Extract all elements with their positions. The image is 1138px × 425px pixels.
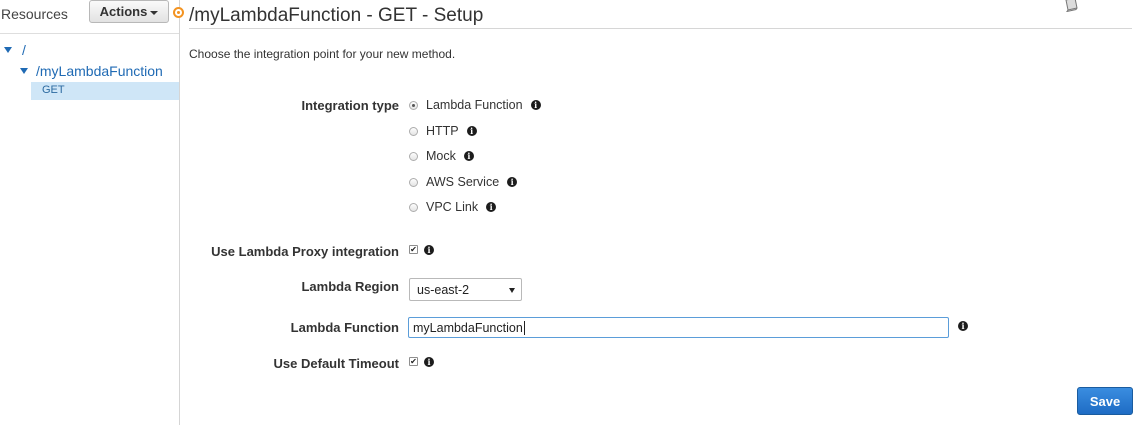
info-icon[interactable]: i [424,245,434,255]
intro-text: Choose the integration point for your ne… [189,47,456,61]
default-timeout-label: Use Default Timeout [273,356,399,371]
page-title: /myLambdaFunction - GET - Setup [189,5,484,26]
info-icon[interactable]: i [424,357,434,367]
tree-item-resource-label[interactable]: /myLambdaFunction [36,63,163,79]
lambda-region-select[interactable]: us-east-2 [409,278,522,301]
radio-lambda-function[interactable]: Lambda Function i [409,98,541,112]
actions-label: Actions [99,4,148,19]
info-icon[interactable]: i [530,100,541,110]
tree-item-root[interactable]: / [4,42,26,58]
radio-button[interactable] [409,126,418,136]
lambda-function-value: myLambdaFunction [413,321,523,335]
lambda-function-label: Lambda Function [290,320,399,335]
dropdown-arrow-icon [509,288,515,293]
integration-type-label: Integration type [301,98,399,113]
tree-item-method-label[interactable]: GET [42,84,65,96]
radio-mock[interactable]: Mock i [409,149,474,163]
radio-label[interactable]: VPC Link [426,200,478,214]
save-button[interactable]: Save [1077,387,1133,415]
radio-aws-service[interactable]: AWS Service i [409,175,518,189]
lambda-function-input[interactable]: myLambdaFunction [408,317,949,338]
radio-button[interactable] [409,100,418,110]
resources-panel: Resources Actions / /myLambdaFunction GE… [0,0,180,425]
radio-label[interactable]: Mock [426,149,456,163]
save-button-label: Save [1089,393,1121,409]
expand-triangle-icon[interactable] [20,68,28,74]
lambda-region-label: Lambda Region [301,279,399,294]
info-icon[interactable]: i [463,151,474,161]
resources-label: Resources [1,6,68,22]
proxy-integration-checkbox[interactable]: ✔ [409,245,418,254]
info-icon[interactable]: i [486,202,497,212]
info-icon[interactable]: i [507,177,518,187]
caret-down-icon [150,10,159,15]
tree-item-root-label[interactable]: / [22,42,26,58]
lambda-region-value: us-east-2 [417,283,470,297]
radio-label[interactable]: HTTP [426,124,459,138]
radio-label[interactable]: Lambda Function [426,98,523,112]
text-cursor [524,321,525,335]
radio-label[interactable]: AWS Service [426,175,499,189]
radio-button[interactable] [409,177,418,187]
info-icon[interactable]: i [466,126,477,136]
actions-button[interactable]: Actions [89,0,169,23]
info-icon[interactable]: i [958,321,968,331]
selection-indicator-icon [173,7,184,18]
default-timeout-checkbox[interactable]: ✔ [409,357,418,366]
book-icon[interactable] [1063,0,1079,12]
radio-button[interactable] [409,151,418,161]
tree-item-method-get[interactable]: GET [31,82,179,100]
title-divider [189,28,1132,29]
radio-vpc-link[interactable]: VPC Link i [409,200,497,214]
panel-divider [0,33,179,34]
expand-triangle-icon[interactable] [4,47,12,53]
radio-http[interactable]: HTTP i [409,124,477,138]
tree-item-resource[interactable]: /myLambdaFunction [20,63,163,79]
proxy-integration-label: Use Lambda Proxy integration [211,244,399,259]
radio-button[interactable] [409,202,418,212]
